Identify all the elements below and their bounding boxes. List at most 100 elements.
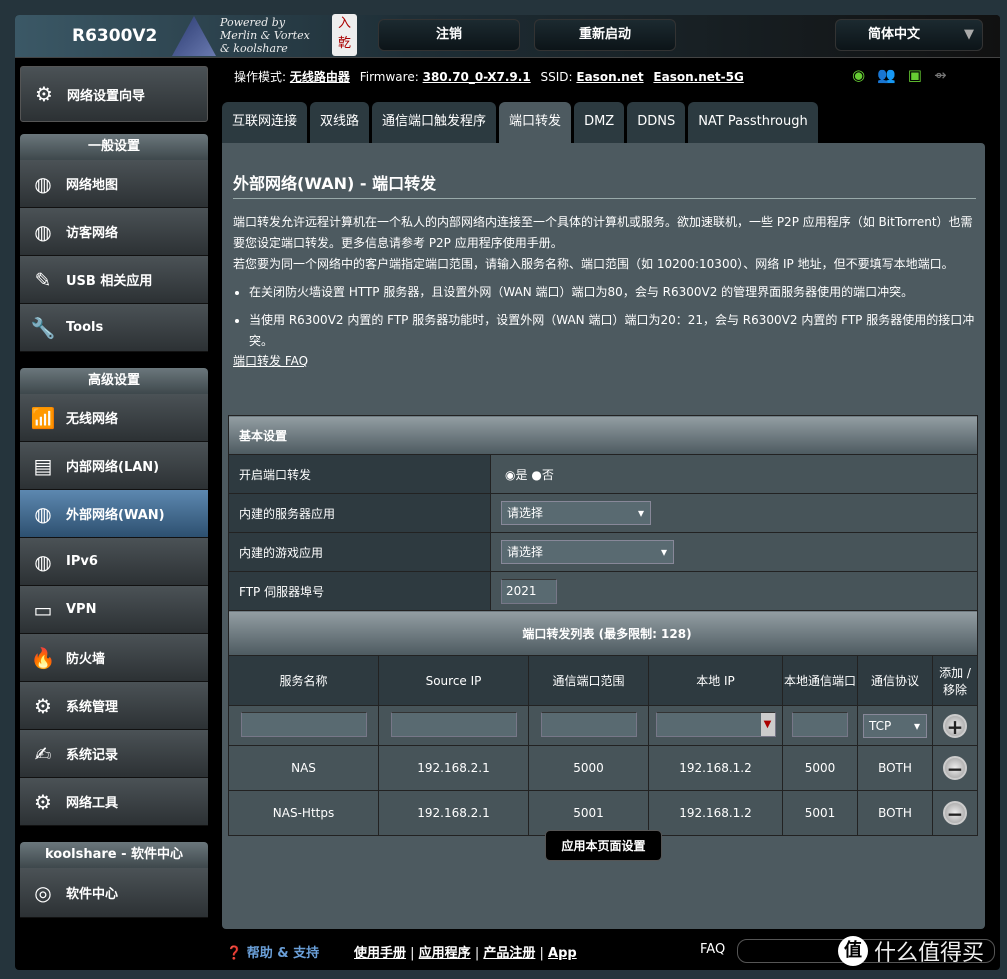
remove-icon[interactable]: − xyxy=(943,801,967,826)
mode-link[interactable]: 无线路由器 xyxy=(290,70,350,84)
local-ip-input[interactable]: ▼ xyxy=(655,711,776,737)
sidebar-item-network-tools[interactable]: ⚙ 网络工具 xyxy=(20,778,208,826)
apply-button[interactable]: 应用本页面设置 xyxy=(545,830,662,861)
wireless-icon: 📶 xyxy=(30,405,56,430)
cell: 5000 xyxy=(528,745,649,791)
sidebar-item-wan[interactable]: ◍ 外部网络(WAN) xyxy=(20,490,208,538)
local-port-input[interactable] xyxy=(792,711,848,737)
reboot-button[interactable]: 重新启动 xyxy=(534,19,676,51)
basic-settings-table: 基本设置 开启端口转发◉是 ●否 内建的服务器应用请选择 内建的游戏应用请选择 … xyxy=(228,415,978,611)
tab-nat-passthrough[interactable]: NAT Passthrough xyxy=(688,102,818,143)
description: 端口转发允许远程计算机在一个私人的内部网络内连接至一个具体的计算机或服务。欲加速… xyxy=(233,212,981,372)
status-bar: 操作模式: 无线路由器 Firmware: 380.70_0-X7.9.1 SS… xyxy=(234,68,750,85)
source-ip-input[interactable] xyxy=(390,711,517,737)
col-header: 通信端口范围 xyxy=(528,655,649,706)
watermark: 值什么值得买 xyxy=(838,935,984,967)
sidebar-item-tools[interactable]: 🔧 Tools xyxy=(20,304,208,352)
sidebar-item-network-map[interactable]: ◍ 网络地图 xyxy=(20,160,208,208)
app-link[interactable]: App xyxy=(548,946,577,961)
col-header: 本地通信端口 xyxy=(782,655,858,706)
globe-icon: ◍ xyxy=(34,171,52,196)
sidebar-item-wizard[interactable]: ⚙ 网络设置向导 xyxy=(20,66,208,122)
sidebar-item-lan[interactable]: ▤ 内部网络(LAN) xyxy=(20,442,208,490)
sidebar-item-guest[interactable]: ◍ 访客网络 xyxy=(20,208,208,256)
remove-icon[interactable]: − xyxy=(943,756,967,781)
sidebar-item-vpn[interactable]: ▭ VPN xyxy=(20,586,208,634)
cell: BOTH xyxy=(857,790,933,836)
sidebar-item-label: 网络地图 xyxy=(66,178,119,193)
section-header: 基本设置 xyxy=(228,415,978,455)
footer-links: 使用手册 | 应用程序 | 产品注册 | App xyxy=(354,946,577,961)
sidebar-item-admin[interactable]: ⚙ 系统管理 xyxy=(20,682,208,730)
faq-link[interactable]: 端口转发 FAQ xyxy=(233,351,981,372)
sidebar-item-ipv6[interactable]: ◍ IPv6 xyxy=(20,538,208,586)
usb-icon[interactable]: ⇴ xyxy=(934,66,947,84)
clients-icon[interactable]: 👥 xyxy=(877,66,896,84)
add-icon[interactable]: + xyxy=(943,713,967,738)
cell: 5001 xyxy=(528,790,649,836)
protocol-select[interactable]: TCP xyxy=(863,713,927,738)
log-icon: ✍ xyxy=(34,741,52,766)
tab-internet[interactable]: 互联网连接 xyxy=(222,102,308,143)
sidebar-section-advanced: 高级设置 xyxy=(20,368,208,394)
globe-icon: ◍ xyxy=(34,501,52,526)
tab-ddns[interactable]: DDNS xyxy=(627,102,686,143)
manual-link[interactable]: 使用手册 xyxy=(354,946,406,961)
sidebar-item-label: IPv6 xyxy=(66,554,98,569)
wifi-icon[interactable]: ◉ xyxy=(852,66,865,84)
sidebar-item-label: 网络工具 xyxy=(66,796,119,811)
ssid-link[interactable]: Eason.net xyxy=(576,70,643,84)
sidebar-item-label: 软件中心 xyxy=(66,887,119,902)
sidebar-item-label: 内部网络(LAN) xyxy=(66,460,160,475)
sidebar-item-label: 访客网络 xyxy=(66,226,119,241)
sidebar-item-wireless[interactable]: 📶 无线网络 xyxy=(20,394,208,442)
ftp-port-input[interactable]: 2021 xyxy=(501,578,557,604)
server-app-select[interactable]: 请选择 xyxy=(501,501,651,525)
desc-paragraph: 端口转发允许远程计算机在一个私人的内部网络内连接至一个具体的计算机或服务。欲加速… xyxy=(233,215,973,250)
service-name-input[interactable] xyxy=(240,711,367,737)
ssid-label: SSID: xyxy=(540,70,573,84)
cell: 192.168.1.2 xyxy=(648,790,783,836)
language-select[interactable]: 简体中文 ▼ xyxy=(835,19,983,51)
sidebar-item-label: 网络设置向导 xyxy=(67,88,146,104)
radio-yes[interactable]: ◉ xyxy=(505,468,515,482)
lan-icon[interactable]: ▣ xyxy=(908,66,922,84)
tab-port-forward[interactable]: 端口转发 xyxy=(499,102,572,143)
game-app-select[interactable]: 请选择 xyxy=(501,540,674,564)
divider xyxy=(233,198,976,199)
help-icon: ❓ xyxy=(226,946,243,961)
watermark-text: 什么值得买 xyxy=(874,941,985,966)
swirl-icon: ◎ xyxy=(34,880,52,905)
register-link[interactable]: 产品注册 xyxy=(483,946,535,961)
ssid-5g-link[interactable]: Eason.net-5G xyxy=(653,70,743,84)
port-range-input[interactable] xyxy=(540,711,637,737)
cell: 192.168.2.1 xyxy=(378,790,529,836)
logout-button[interactable]: 注销 xyxy=(378,19,520,51)
usb-stick-icon: ✎ xyxy=(34,267,52,292)
fire-icon: 🔥 xyxy=(30,645,56,670)
firmware-link[interactable]: 380.70_0-X7.9.1 xyxy=(423,70,531,84)
wizard-gear-icon: ⚙ xyxy=(35,82,53,106)
watermark-badge: 值 xyxy=(838,936,868,966)
help-support[interactable]: ❓ 帮助 & 支持 xyxy=(226,942,319,961)
utility-link[interactable]: 应用程序 xyxy=(419,946,471,961)
lan-port-icon: ▤ xyxy=(33,453,53,478)
tab-bar: 互联网连接 双线路 通信端口触发程序 端口转发 DMZ DDNS NAT Pas… xyxy=(222,102,818,143)
tab-dmz[interactable]: DMZ xyxy=(574,102,625,143)
sidebar-item-log[interactable]: ✍ 系统记录 xyxy=(20,730,208,778)
tab-dual-wan[interactable]: 双线路 xyxy=(310,102,370,143)
col-header: 通信协议 xyxy=(857,655,933,706)
koolshare-seal: 入亁 xyxy=(332,14,357,56)
desc-paragraph: 若您要为同一个网络中的客户端指定端口范围，请输入服务名称、端口范围（如 1020… xyxy=(233,257,954,271)
sidebar-item-usb[interactable]: ✎ USB 相关应用 xyxy=(20,256,208,304)
sidebar-item-software-center[interactable]: ◎ 软件中心 xyxy=(20,868,208,918)
cell: 5001 xyxy=(782,790,858,836)
merlin-logo: Powered by Merlin & Vortex & koolshare xyxy=(168,14,328,58)
sidebar-item-firewall[interactable]: 🔥 防火墙 xyxy=(20,634,208,682)
sidebar-item-label: 无线网络 xyxy=(66,412,119,427)
tab-port-trigger[interactable]: 通信端口触发程序 xyxy=(372,102,497,143)
cell: NAS xyxy=(228,745,379,791)
firmware-label: Firmware: xyxy=(359,70,419,84)
dropdown-arrow-icon[interactable]: ▼ xyxy=(760,712,775,736)
radio-no[interactable]: ● xyxy=(531,468,541,482)
